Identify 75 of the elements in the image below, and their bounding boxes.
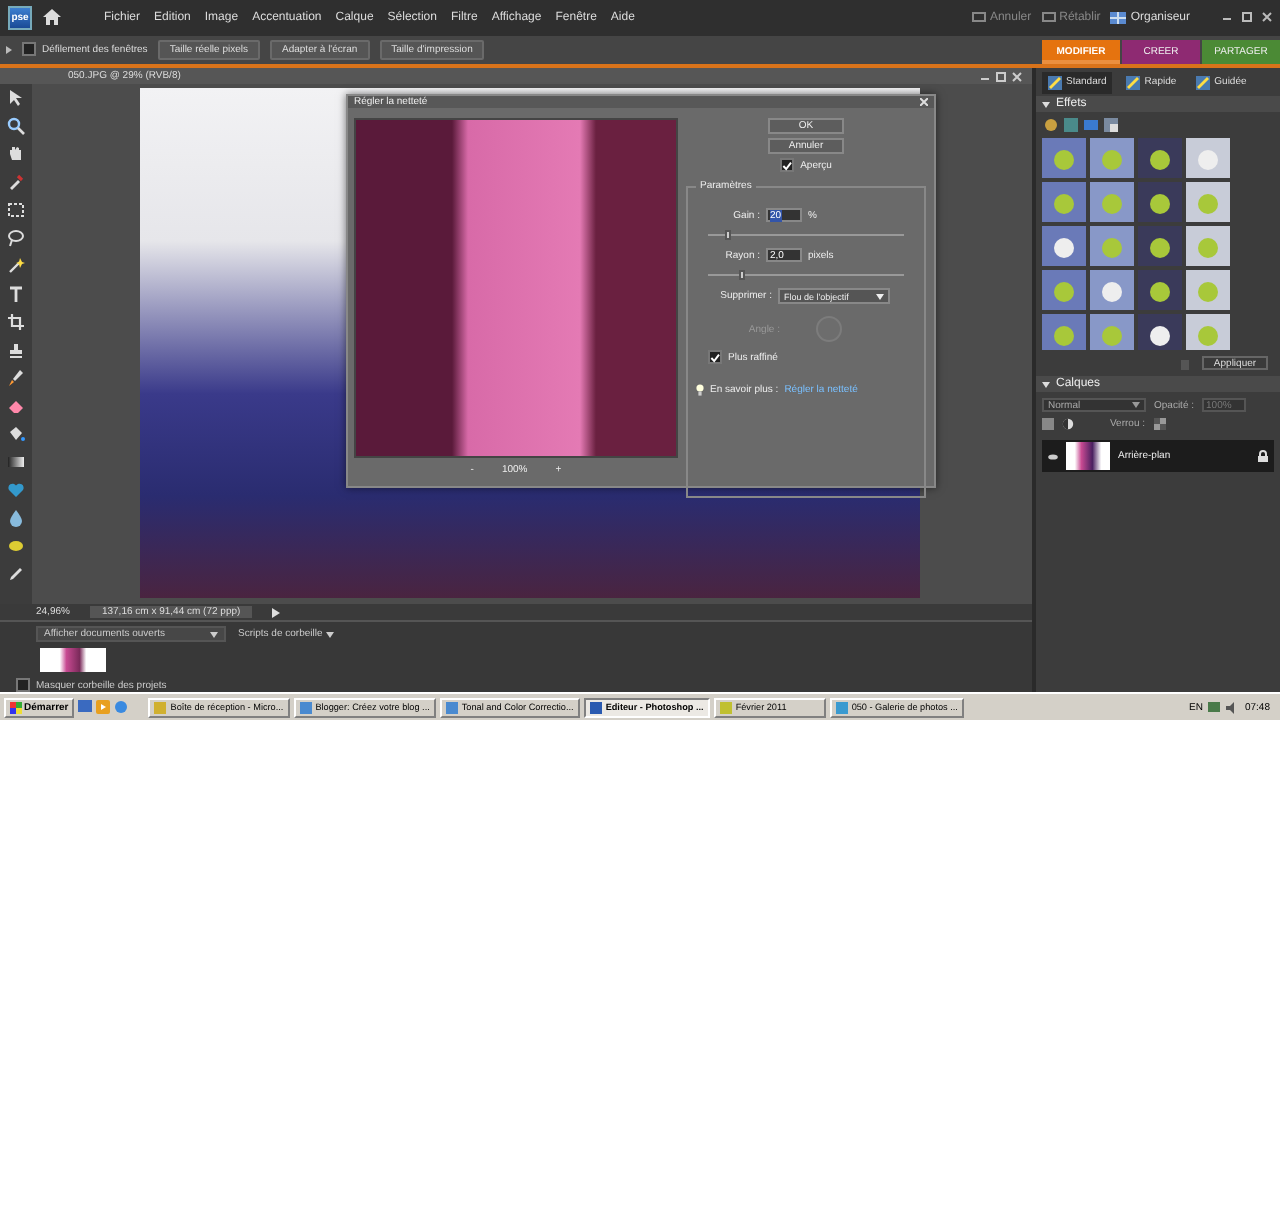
hand-icon[interactable] [6, 144, 26, 165]
layer-thumbnail [1066, 442, 1110, 471]
effect-thumbnail[interactable] [1090, 314, 1134, 351]
undo-icon[interactable] [971, 12, 986, 23]
eyedropper-icon[interactable] [6, 172, 26, 193]
effect-thumbnail[interactable] [1138, 314, 1182, 351]
brush-icon[interactable] [6, 368, 26, 389]
eraser-icon[interactable] [6, 396, 26, 417]
triangle-icon [1042, 101, 1050, 108]
new-layer-icon[interactable] [1042, 418, 1054, 431]
checkbox[interactable] [780, 158, 795, 173]
caret-icon [876, 293, 884, 300]
text-icon[interactable] [6, 284, 26, 305]
play-icon[interactable] [272, 607, 281, 618]
heart-icon[interactable] [6, 480, 26, 501]
lasso-icon[interactable] [6, 228, 26, 249]
triangle-icon [6, 45, 12, 54]
effect-thumbnail[interactable] [1138, 226, 1182, 267]
effect-thumbnail[interactable] [1042, 182, 1086, 223]
effect-thumbnail[interactable] [1090, 182, 1134, 223]
caret-icon [326, 631, 335, 638]
redo-icon[interactable] [1041, 12, 1056, 23]
checkerboard-icon[interactable] [1153, 418, 1166, 431]
effect-thumbnail[interactable] [1090, 270, 1134, 311]
effect-thumbnail[interactable] [1138, 270, 1182, 311]
checkbox[interactable] [16, 678, 30, 693]
effect-thumbnail[interactable] [1042, 226, 1086, 267]
slider-thumb[interactable] [724, 230, 731, 241]
pencil-icon[interactable] [6, 564, 26, 585]
pencil-icon [1196, 75, 1211, 90]
close-icon[interactable] [920, 98, 928, 107]
effect-thumbnail[interactable] [1138, 182, 1182, 223]
sponge-icon[interactable] [6, 536, 26, 557]
crop-icon[interactable] [6, 312, 26, 333]
effect-thumbnail[interactable] [1186, 314, 1230, 351]
effect-thumbnail[interactable] [1090, 226, 1134, 267]
wand-icon[interactable] [6, 256, 26, 277]
stamp-icon[interactable] [6, 340, 26, 361]
caret-icon [210, 631, 218, 638]
search-icon[interactable] [6, 116, 26, 137]
effect-thumbnail[interactable] [1186, 182, 1230, 223]
triangle-icon [1042, 381, 1050, 388]
effect-thumbnail[interactable] [1186, 138, 1230, 179]
photo-thumbnail[interactable] [40, 648, 106, 673]
gallery-icon[interactable] [1104, 118, 1118, 133]
checkbox[interactable] [22, 42, 36, 57]
slider-thumb[interactable] [738, 270, 745, 281]
drop-icon[interactable] [6, 508, 26, 529]
effect-thumbnail[interactable] [1042, 138, 1086, 179]
grid-icon[interactable] [1110, 11, 1127, 24]
effect-thumbnail[interactable] [1186, 270, 1230, 311]
effect-thumbnail[interactable] [1186, 226, 1230, 267]
gradient-icon[interactable] [6, 452, 26, 473]
bucket-icon[interactable] [6, 424, 26, 445]
effect-thumbnail[interactable] [1042, 270, 1086, 311]
effect-thumbnail[interactable] [1090, 138, 1134, 179]
speaker-icon[interactable] [1226, 701, 1239, 714]
windows-logo-icon [10, 701, 22, 714]
close-icon[interactable] [1262, 12, 1272, 23]
lightbulb-icon [696, 384, 704, 397]
checkbox[interactable] [708, 350, 722, 365]
minimize-icon[interactable] [1222, 12, 1232, 23]
effect-thumbnail[interactable] [1138, 138, 1182, 179]
maximize-icon[interactable] [996, 71, 1006, 82]
eye-icon[interactable] [1048, 453, 1058, 460]
maximize-icon[interactable] [1242, 12, 1252, 23]
adjustment-icon[interactable] [1062, 418, 1074, 431]
arrow-icon[interactable] [6, 88, 26, 109]
pencil-icon [1048, 75, 1062, 90]
effect-thumbnail[interactable] [1042, 314, 1086, 351]
home-icon[interactable] [42, 8, 62, 27]
caret-icon [1132, 402, 1140, 409]
marquee-icon[interactable] [6, 200, 26, 221]
pencil-icon [1126, 75, 1141, 90]
close-icon[interactable] [1012, 71, 1022, 82]
